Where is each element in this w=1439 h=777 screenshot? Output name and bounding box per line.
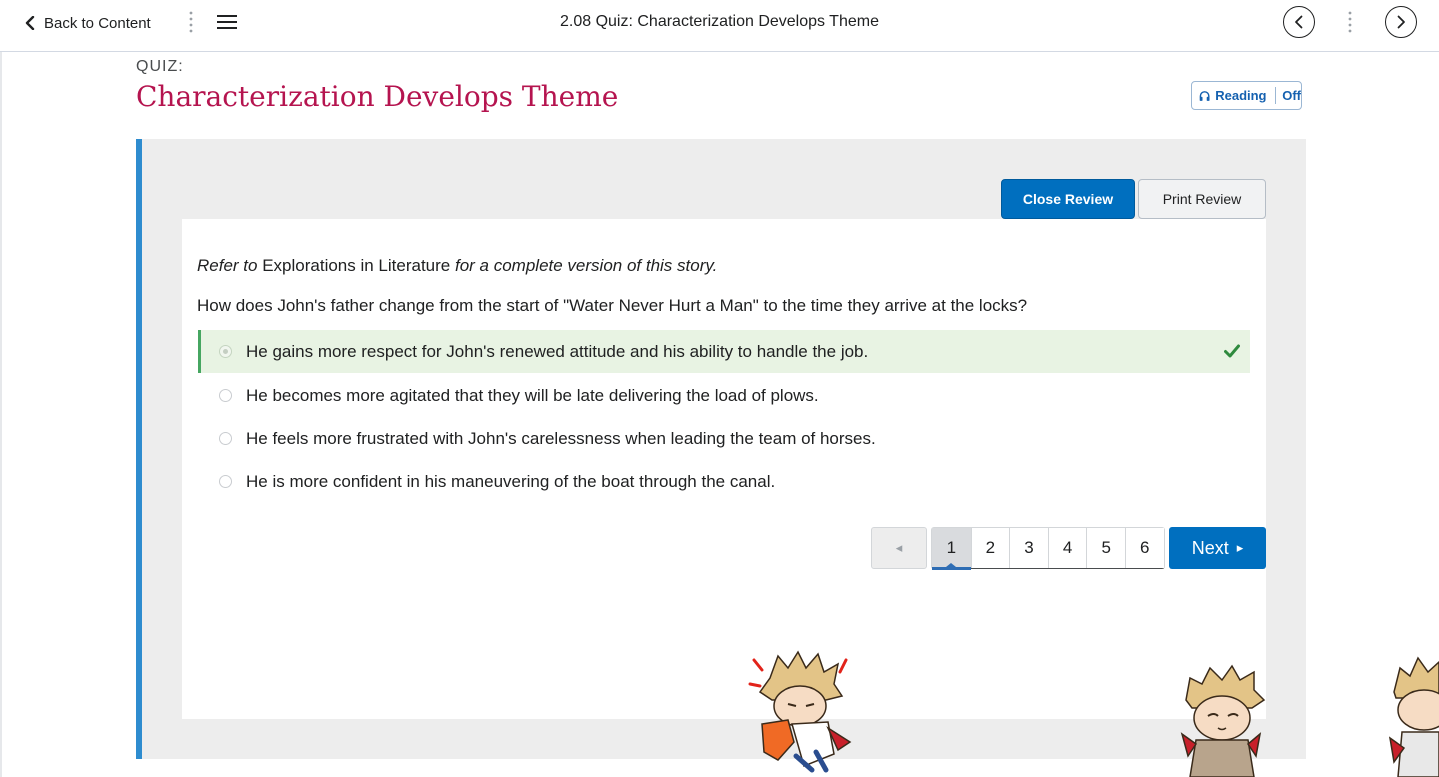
chevron-right-icon xyxy=(1397,15,1405,29)
topbar-title: 2.08 Quiz: Characterization Develops The… xyxy=(560,13,879,30)
top-navigation-bar: Back to Content 2.08 Quiz: Characterizat… xyxy=(0,0,1439,52)
close-review-button[interactable]: Close Review xyxy=(1001,179,1135,219)
previous-question-button[interactable]: ◂ xyxy=(871,527,927,569)
answer-choice-text: He is more confident in his maneuvering … xyxy=(246,471,776,491)
next-topic-button[interactable] xyxy=(1385,6,1417,38)
page-button-1[interactable]: 1 xyxy=(932,528,971,570)
page-button-6[interactable]: 6 xyxy=(1124,528,1164,568)
chibi-character-sticker-icon xyxy=(1388,656,1439,777)
headphones-icon xyxy=(1199,90,1210,101)
answer-choice-text: He gains more respect for John's renewed… xyxy=(246,341,869,361)
refer-instruction: Refer to Explorations in Literature for … xyxy=(197,256,717,276)
correct-checkmark-icon xyxy=(1224,344,1240,358)
chibi-character-sticker-icon xyxy=(748,650,852,773)
reading-label: Reading xyxy=(1215,88,1267,103)
reading-divider xyxy=(1274,87,1276,104)
print-review-button[interactable]: Print Review xyxy=(1138,179,1266,219)
answer-radio[interactable] xyxy=(219,432,232,445)
previous-topic-button[interactable] xyxy=(1283,6,1315,38)
reading-state: Off xyxy=(1282,88,1301,103)
page-button-4[interactable]: 4 xyxy=(1047,528,1087,568)
triangle-right-icon: ▸ xyxy=(1236,540,1244,555)
answer-radio-selected[interactable] xyxy=(219,345,232,358)
refer-prefix: Refer to xyxy=(197,256,258,275)
radio-selected-dot xyxy=(223,349,228,354)
next-label: Next xyxy=(1191,537,1229,558)
question-pagination: 1 2 3 4 5 6 xyxy=(931,527,1165,570)
chibi-character-sticker-icon xyxy=(1180,664,1266,777)
page-button-5[interactable]: 5 xyxy=(1086,528,1125,568)
left-edge-divider xyxy=(0,52,2,777)
next-question-button[interactable]: Next ▸ xyxy=(1169,527,1266,569)
refer-book-title: Explorations in Literature xyxy=(257,256,455,275)
question-text: How does John's father change from the s… xyxy=(197,296,1028,315)
answer-radio[interactable] xyxy=(219,475,232,488)
answer-choice-text: He feels more frustrated with John's car… xyxy=(246,428,876,448)
refer-suffix: for a complete version of this story. xyxy=(454,256,718,275)
quiz-type-label: QUIZ: xyxy=(136,58,184,75)
answer-choice-2[interactable]: He becomes more agitated that they will … xyxy=(198,374,1250,417)
page-button-2[interactable]: 2 xyxy=(970,528,1010,568)
chevron-left-icon xyxy=(1295,15,1303,29)
page-button-3[interactable]: 3 xyxy=(1009,528,1048,568)
vertical-divider-dots-icon xyxy=(1348,11,1352,33)
answer-choice-3[interactable]: He feels more frustrated with John's car… xyxy=(198,417,1250,460)
reading-toggle-button[interactable]: Reading Off xyxy=(1191,81,1302,110)
answer-choice-4[interactable]: He is more confident in his maneuvering … xyxy=(198,460,1250,503)
triangle-left-icon: ◂ xyxy=(895,540,903,555)
page-title: Characterization Develops Theme xyxy=(136,80,619,113)
answer-choice-text: He becomes more agitated that they will … xyxy=(246,385,819,405)
answer-radio[interactable] xyxy=(219,389,232,402)
answer-choice-1[interactable]: He gains more respect for John's renewed… xyxy=(198,330,1250,373)
